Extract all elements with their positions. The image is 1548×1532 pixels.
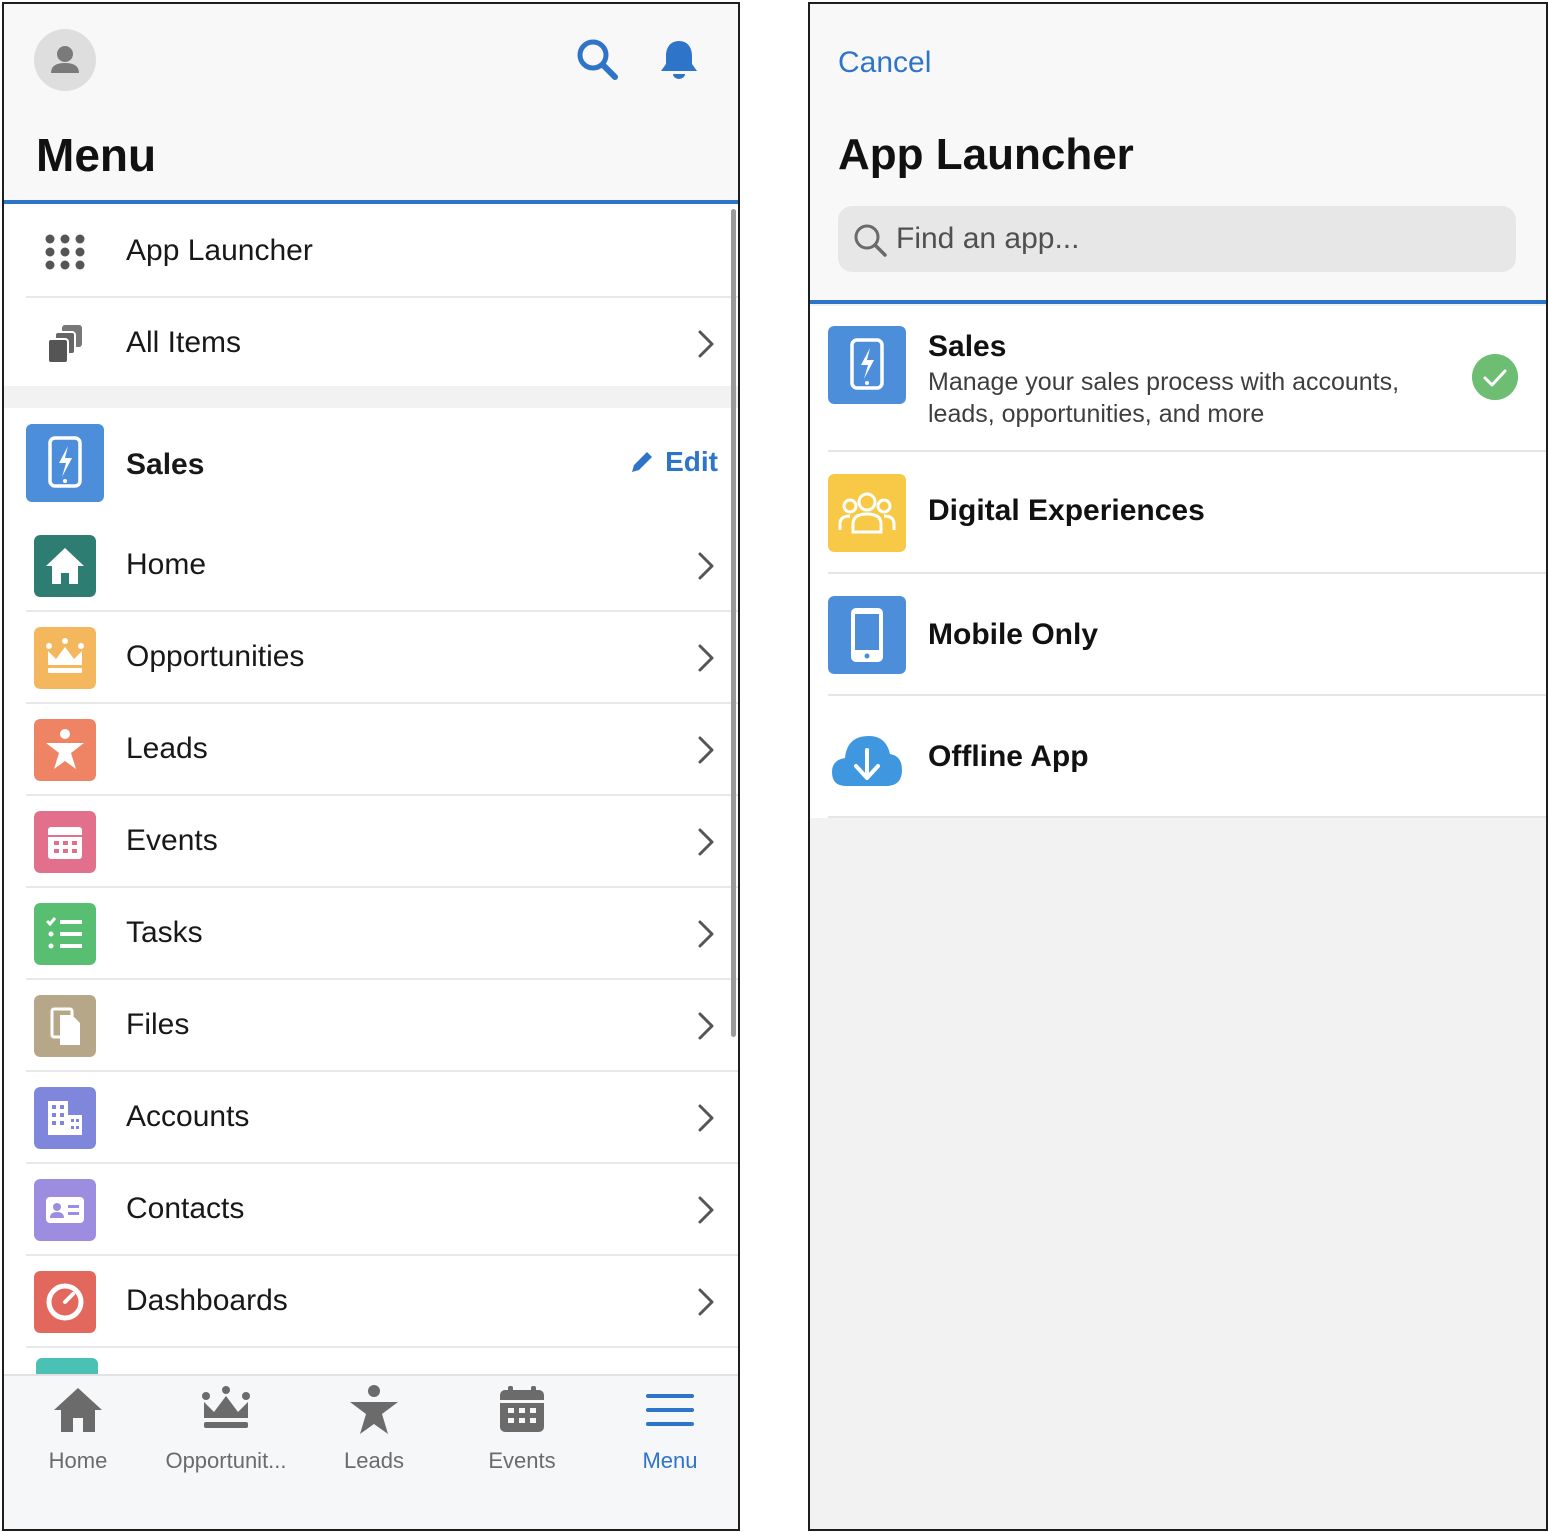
pencil-icon xyxy=(632,452,653,472)
edit-button[interactable]: Edit xyxy=(629,446,718,478)
tab-label: Opportunit... xyxy=(165,1448,287,1473)
people-group-icon xyxy=(828,474,906,552)
home-icon xyxy=(54,1388,102,1432)
menu-item-label: Home xyxy=(126,548,207,581)
app-name: Sales xyxy=(928,330,1007,363)
app-item-sales[interactable]: Sales Manage your sales process with acc… xyxy=(810,306,1546,452)
section-separator xyxy=(4,386,738,408)
sidebar-item-dashboards[interactable]: Dashboards xyxy=(4,1256,738,1348)
app-name: Offline App xyxy=(928,740,1089,773)
chevron-right-icon xyxy=(698,1104,714,1132)
chevron-right-icon xyxy=(698,828,714,856)
sales-app-icon xyxy=(828,326,906,404)
search-placeholder: Find an app... xyxy=(896,222,1080,255)
all-items-stack-icon xyxy=(47,325,82,364)
sales-app-icon xyxy=(26,424,104,502)
tab-label: Leads xyxy=(344,1448,404,1473)
menu-item-label: All Items xyxy=(126,326,242,359)
chevron-right-icon xyxy=(698,1288,714,1316)
divider xyxy=(828,816,1546,818)
chevron-right-icon xyxy=(698,330,714,358)
app-launcher-header: Cancel App Launcher Find an app... xyxy=(810,4,1546,304)
menu-item-label: Dashboards xyxy=(126,1284,288,1317)
app-item-mobile-only[interactable]: Mobile Only xyxy=(810,574,1546,696)
page-title: Menu xyxy=(36,129,157,181)
sidebar-item-contacts[interactable]: Contacts xyxy=(4,1164,738,1256)
files-icon xyxy=(34,995,96,1057)
chevron-right-icon xyxy=(698,1012,714,1040)
menu-screen: Menu App Launcher All Items Sales Edit H… xyxy=(2,2,740,1531)
tab-label: Events xyxy=(488,1448,556,1473)
page-title: App Launcher xyxy=(838,130,1134,179)
cloud-download-icon xyxy=(832,736,902,786)
chevron-right-icon xyxy=(698,736,714,764)
tab-menu[interactable]: Menu xyxy=(596,1382,738,1474)
tab-home[interactable]: Home xyxy=(4,1382,152,1474)
mobile-phone-icon xyxy=(828,596,906,674)
menu-item-label: Events xyxy=(126,824,218,857)
task-list-icon xyxy=(34,903,96,965)
app-item-digital-experiences[interactable]: Digital Experiences xyxy=(810,452,1546,574)
chevron-right-icon xyxy=(698,552,714,580)
app-name: Mobile Only xyxy=(928,618,1099,651)
sidebar-item-accounts[interactable]: Accounts xyxy=(4,1072,738,1164)
chevron-right-icon xyxy=(698,920,714,948)
calendar-icon xyxy=(34,811,96,873)
current-app-header: Sales Edit xyxy=(4,408,738,520)
menu-item-label: App Launcher xyxy=(126,234,313,267)
app-description: Manage your sales process with accounts,… xyxy=(928,368,1400,428)
lead-star-person-icon xyxy=(350,1385,398,1434)
user-icon xyxy=(51,46,79,73)
lead-star-person-icon xyxy=(34,719,96,781)
sidebar-item-files[interactable]: Files xyxy=(4,980,738,1072)
app-launcher-screen: Cancel App Launcher Find an app... Sales… xyxy=(808,2,1548,1531)
menu-item-label: Leads xyxy=(126,732,208,765)
app-item-offline-app[interactable]: Offline App xyxy=(810,696,1546,818)
chevron-right-icon xyxy=(698,644,714,672)
building-icon xyxy=(34,1087,96,1149)
sidebar-item-opportunities[interactable]: Opportunities xyxy=(4,612,738,704)
tab-label: Home xyxy=(48,1448,108,1473)
bell-icon[interactable] xyxy=(656,36,702,82)
crown-icon xyxy=(34,627,96,689)
divider xyxy=(26,1346,738,1348)
checkmark-icon xyxy=(1472,354,1518,400)
sidebar-item-events[interactable]: Events xyxy=(4,796,738,888)
sidebar-item-leads[interactable]: Leads xyxy=(4,704,738,796)
contact-card-icon xyxy=(34,1179,96,1241)
menu-item-label: Contacts xyxy=(126,1192,245,1225)
app-launcher-grid-icon xyxy=(45,234,85,270)
avatar[interactable] xyxy=(34,29,96,91)
hamburger-menu-icon xyxy=(646,1394,694,1426)
menu-item-all-items[interactable]: All Items xyxy=(4,298,738,390)
sidebar-item-tasks[interactable]: Tasks xyxy=(4,888,738,980)
tab-opportunities[interactable]: Opportunit... xyxy=(152,1382,300,1474)
tab-label: Menu xyxy=(642,1448,698,1473)
sidebar-item-home[interactable]: Home xyxy=(4,520,738,612)
tab-leads[interactable]: Leads xyxy=(300,1382,448,1474)
search-icon xyxy=(854,224,887,257)
menu-item-app-launcher[interactable]: App Launcher xyxy=(4,206,738,298)
search-input[interactable]: Find an app... xyxy=(838,206,1516,272)
edit-label: Edit xyxy=(665,446,718,477)
scrollbar[interactable] xyxy=(731,209,736,1037)
crown-icon xyxy=(202,1386,250,1428)
tab-events[interactable]: Events xyxy=(448,1382,596,1474)
bottom-tab-bar: Home Opportunit... Leads Events Menu xyxy=(4,1374,738,1529)
menu-item-label: Accounts xyxy=(126,1100,250,1133)
app-name: Digital Experiences xyxy=(928,494,1205,527)
chevron-right-icon xyxy=(698,1196,714,1224)
cancel-button[interactable]: Cancel xyxy=(838,46,931,80)
gauge-icon xyxy=(34,1271,96,1333)
app-list: Sales Manage your sales process with acc… xyxy=(810,306,1546,818)
menu-item-label: Opportunities xyxy=(126,640,305,673)
menu-item-label: Tasks xyxy=(126,916,203,949)
menu-item-label: Files xyxy=(126,1008,190,1041)
current-app-name: Sales xyxy=(126,448,205,481)
calendar-icon xyxy=(500,1386,544,1432)
menu-header: Menu xyxy=(4,4,738,204)
search-icon[interactable] xyxy=(574,36,620,82)
home-icon xyxy=(34,535,96,597)
